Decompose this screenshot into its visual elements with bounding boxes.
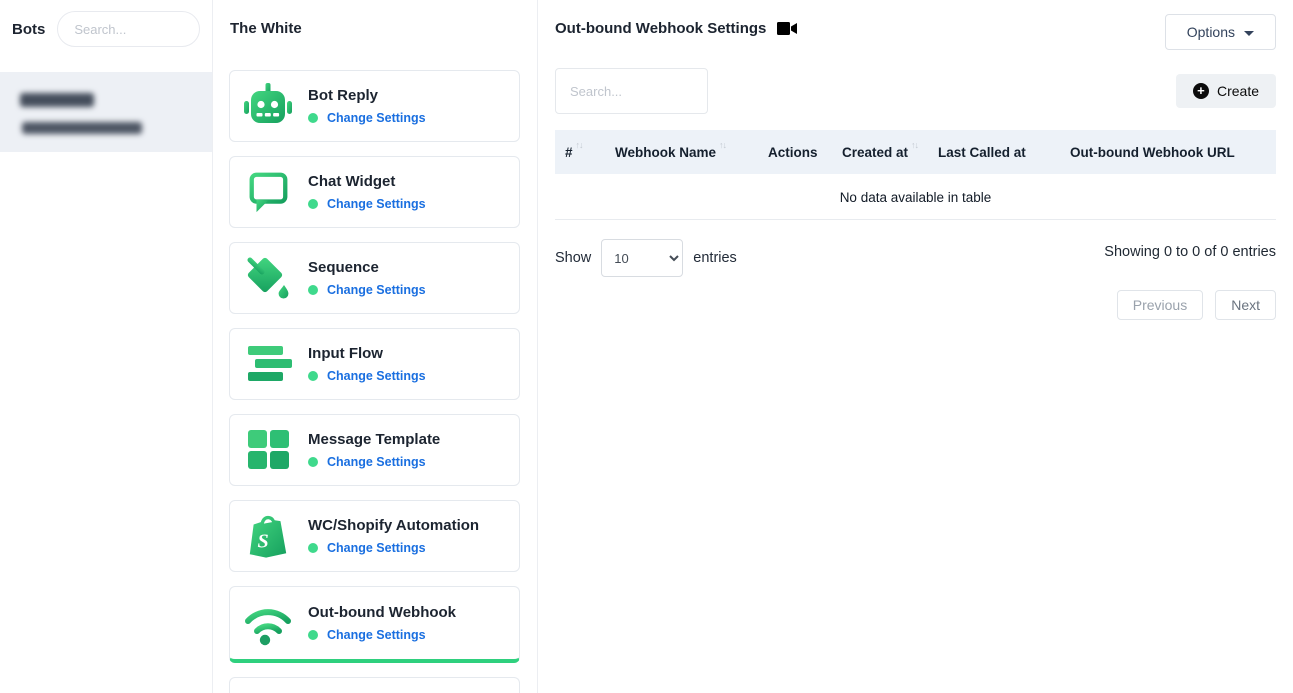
column-header-created-at[interactable]: Created at ↑↓: [842, 145, 938, 160]
card-wc-shopify[interactable]: S WC/Shopify Automation Change Settings: [229, 500, 520, 572]
change-settings-link[interactable]: Change Settings: [327, 455, 426, 469]
main-header: Out-bound Webhook Settings Options: [555, 14, 1276, 50]
entries-label: entries: [693, 250, 737, 266]
status-dot: [308, 630, 318, 640]
sort-icon: ↑↓: [576, 140, 583, 150]
grid-icon: [243, 426, 293, 474]
bots-search-input[interactable]: [57, 11, 200, 47]
show-label: Show: [555, 250, 591, 266]
card-bot-reply[interactable]: Bot Reply Change Settings: [229, 70, 520, 142]
page-size-control: Show 10 entries: [555, 239, 737, 277]
column-header-index[interactable]: # ↑↓: [565, 145, 615, 160]
status-dot: [308, 113, 318, 123]
column-header-last-called-at: Last Called at: [938, 145, 1070, 160]
create-button[interactable]: + Create: [1176, 74, 1276, 108]
empty-table-message: No data available in table: [555, 174, 1276, 220]
chevron-down-icon: [1244, 31, 1254, 36]
sidebar-header: Bots: [0, 0, 212, 58]
create-button-label: Create: [1217, 83, 1259, 99]
sort-icon: ↑↓: [719, 140, 726, 150]
status-dot: [308, 199, 318, 209]
webhook-search-input[interactable]: [555, 68, 708, 114]
status-dot: [308, 457, 318, 467]
main-panel: Out-bound Webhook Settings Options + Cre…: [538, 0, 1293, 693]
results-summary: Showing 0 to 0 of 0 entries: [1104, 239, 1276, 260]
column-header-actions: Actions: [768, 145, 842, 160]
card-title: Sequence: [308, 259, 426, 276]
video-camera-icon[interactable]: [777, 21, 798, 36]
change-settings-link[interactable]: Change Settings: [327, 283, 426, 297]
change-settings-link[interactable]: Change Settings: [327, 628, 426, 642]
blurred-bot-phone: [22, 122, 142, 134]
table-footer: Show 10 entries Showing 0 to 0 of 0 entr…: [555, 239, 1276, 277]
page-title: Out-bound Webhook Settings: [555, 20, 766, 37]
card-outbound-webhook[interactable]: Out-bound Webhook Change Settings: [229, 586, 520, 663]
paint-bucket-icon: [243, 254, 293, 302]
status-dot: [308, 543, 318, 553]
card-title: Message Template: [308, 431, 440, 448]
card-input-flow[interactable]: Input Flow Change Settings: [229, 328, 520, 400]
bot-feature-panel: The White Bot Reply: [213, 0, 538, 693]
table-header-row: # ↑↓ Webhook Name ↑↓ Actions Created at …: [555, 130, 1276, 174]
pagination: Previous Next: [555, 290, 1276, 320]
robot-icon: [243, 82, 293, 130]
options-button[interactable]: Options: [1165, 14, 1276, 50]
change-settings-link[interactable]: Change Settings: [327, 111, 426, 125]
page-size-select[interactable]: 10: [601, 239, 683, 277]
column-header-webhook-name[interactable]: Webhook Name ↑↓: [615, 145, 768, 160]
blurred-bot-name: [20, 93, 94, 107]
plus-circle-icon: +: [1193, 83, 1209, 99]
card-title: Chat Widget: [308, 173, 426, 190]
options-button-label: Options: [1187, 24, 1235, 40]
previous-page-button[interactable]: Previous: [1117, 290, 1203, 320]
chat-bubble-icon: [243, 168, 293, 216]
next-page-button[interactable]: Next: [1215, 290, 1276, 320]
card-title: WC/Shopify Automation: [308, 517, 479, 534]
sort-icon: ↑↓: [911, 140, 918, 150]
bots-sidebar: Bots: [0, 0, 213, 693]
card-title: Out-bound Webhook: [308, 604, 456, 621]
wifi-icon: [243, 599, 293, 647]
card-chat-widget[interactable]: Chat Widget Change Settings: [229, 156, 520, 228]
svg-text:S: S: [257, 531, 268, 553]
change-settings-link[interactable]: Change Settings: [327, 197, 426, 211]
change-settings-link[interactable]: Change Settings: [327, 541, 426, 555]
card-sequence[interactable]: Sequence Change Settings: [229, 242, 520, 314]
status-dot: [308, 371, 318, 381]
sidebar-title: Bots: [12, 21, 45, 38]
change-settings-link[interactable]: Change Settings: [327, 369, 426, 383]
status-dot: [308, 285, 318, 295]
bars-icon: [243, 340, 293, 388]
card-title: Input Flow: [308, 345, 426, 362]
shopify-bag-icon: S: [243, 512, 293, 560]
bot-list-item-selected[interactable]: [0, 72, 212, 152]
table-toolbar: + Create: [555, 68, 1276, 114]
bot-name-heading: The White: [230, 20, 521, 37]
card-message-template[interactable]: Message Template Change Settings: [229, 414, 520, 486]
card-partial-next[interactable]: [229, 677, 520, 693]
webhooks-table: # ↑↓ Webhook Name ↑↓ Actions Created at …: [555, 130, 1276, 220]
card-title: Bot Reply: [308, 87, 426, 104]
column-header-webhook-url: Out-bound Webhook URL: [1070, 145, 1276, 160]
app-window: Bots The White: [0, 0, 1293, 693]
